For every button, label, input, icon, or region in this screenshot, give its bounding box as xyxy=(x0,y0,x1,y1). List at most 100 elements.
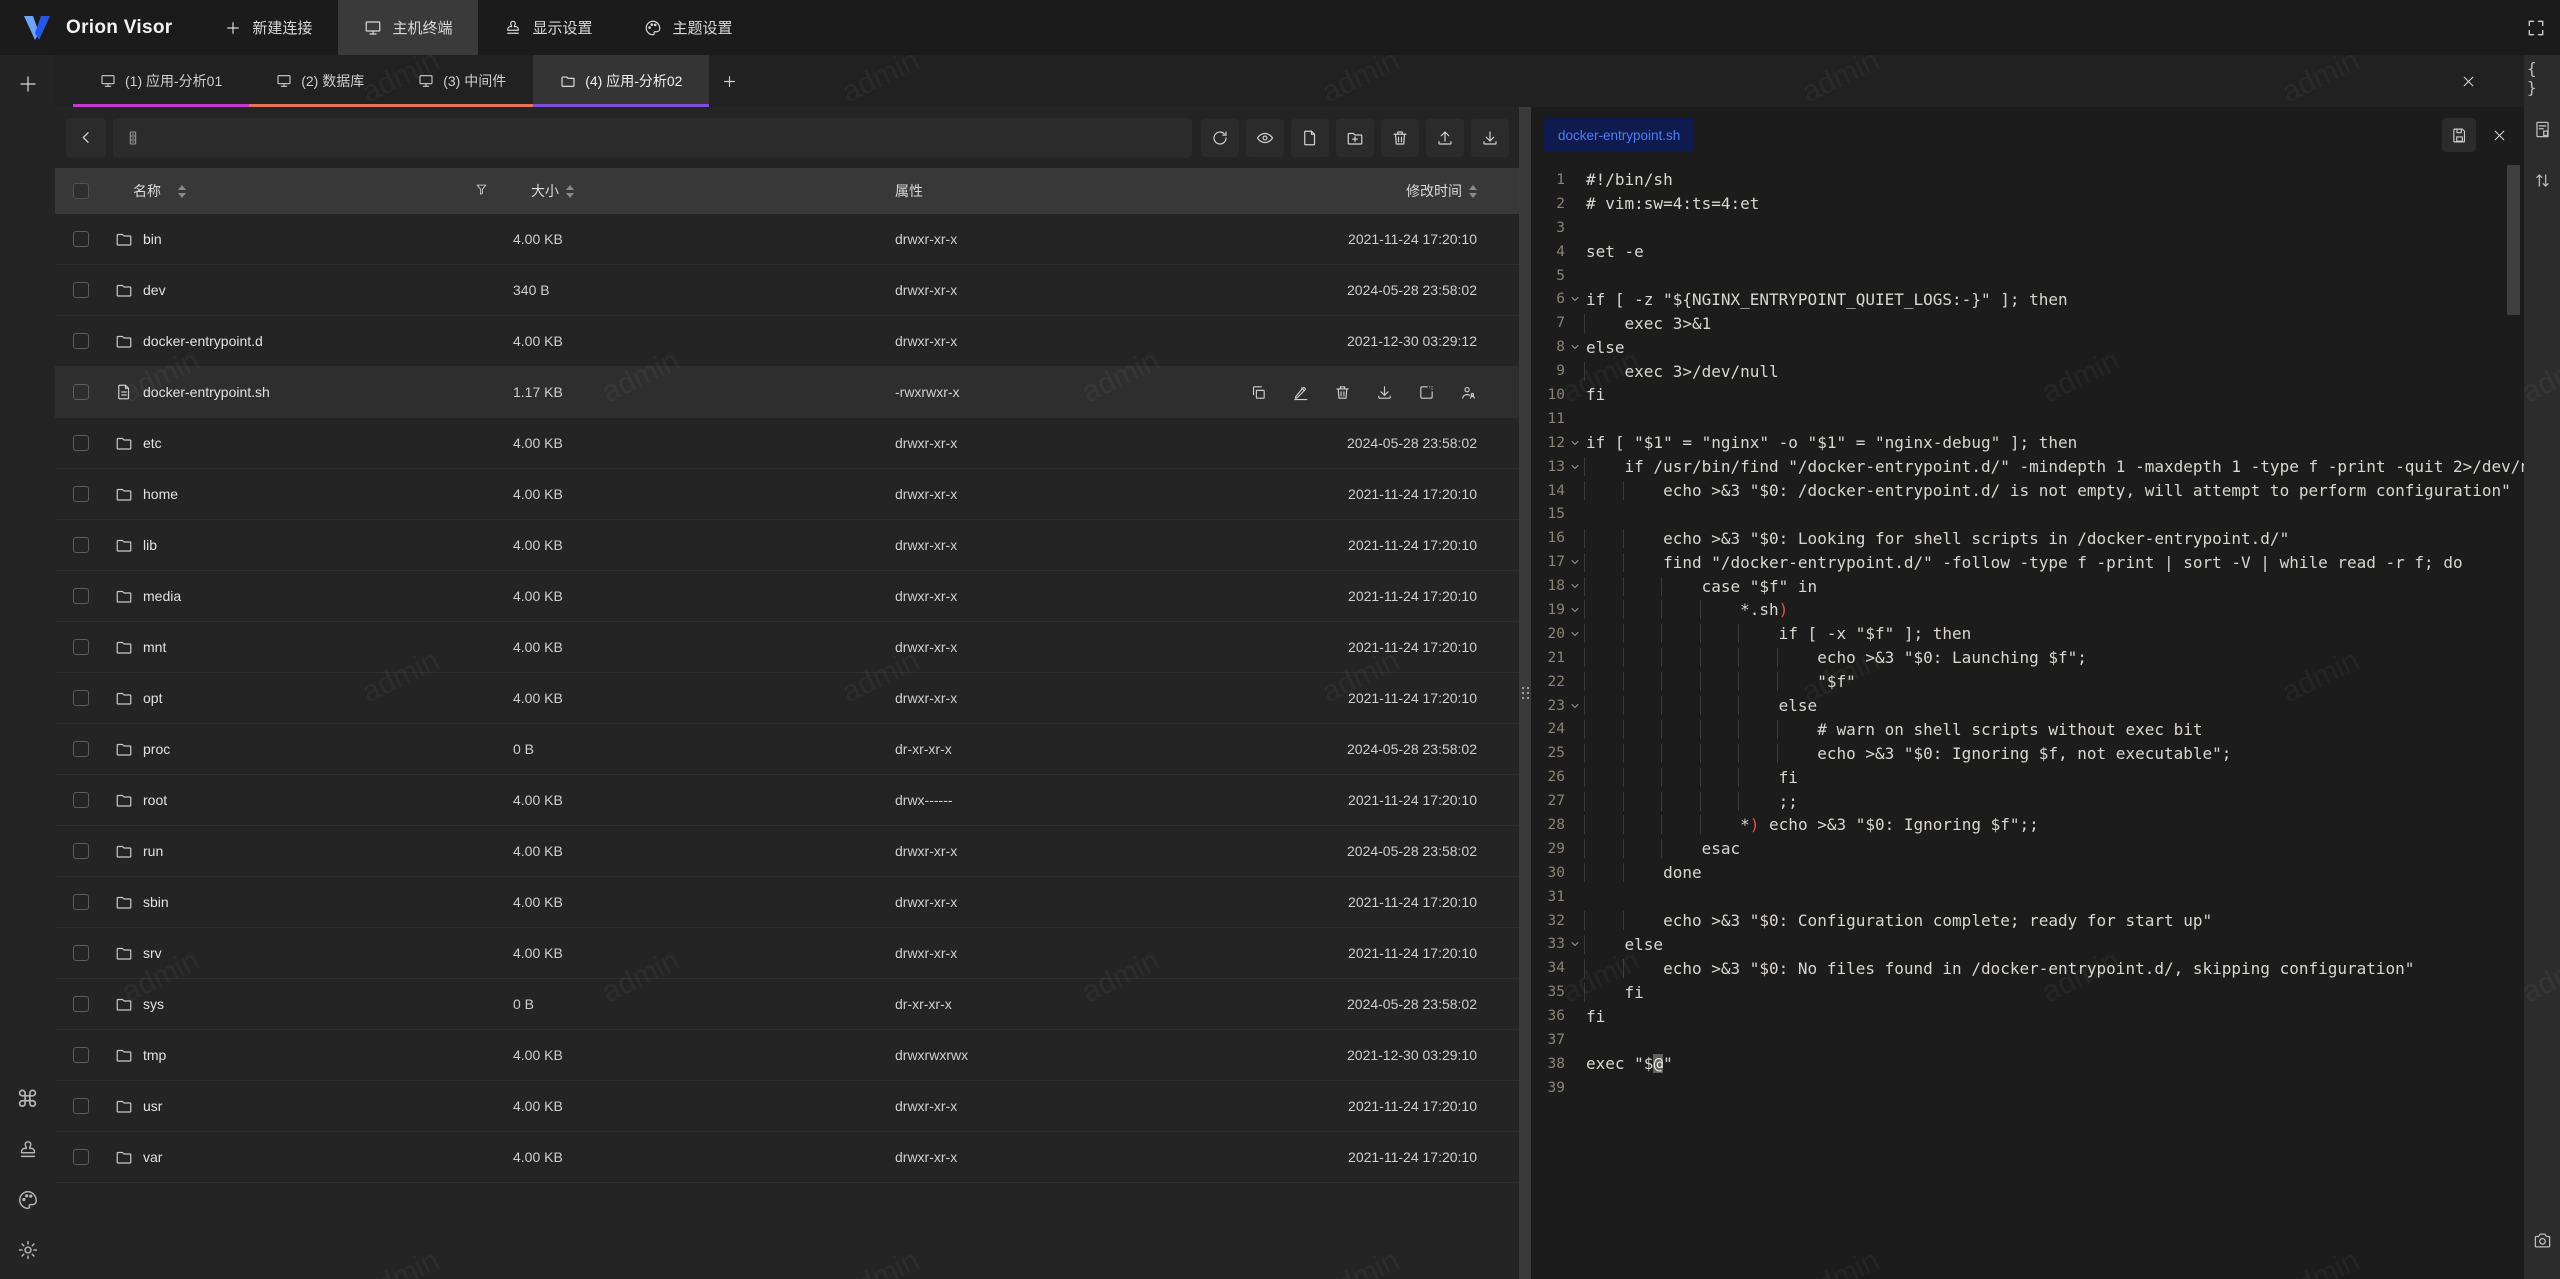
file-name[interactable]: bin xyxy=(143,231,162,247)
table-row[interactable]: srv4.00 KBdrwxr-xr-x2021-11-24 17:20:10 xyxy=(55,928,1519,979)
row-checkbox[interactable] xyxy=(73,690,89,706)
row-checkbox[interactable] xyxy=(73,894,89,910)
row-checkbox[interactable] xyxy=(73,843,89,859)
refresh-button[interactable] xyxy=(1201,119,1239,157)
fold-toggle[interactable] xyxy=(1565,341,1584,353)
file-name[interactable]: home xyxy=(143,486,178,502)
file-name[interactable]: etc xyxy=(143,435,162,451)
file-name[interactable]: docker-entrypoint.sh xyxy=(143,384,270,400)
filter-button[interactable] xyxy=(474,182,489,200)
table-row[interactable]: root4.00 KBdrwx------2021-11-24 17:20:10 xyxy=(55,775,1519,826)
file-name[interactable]: sys xyxy=(143,996,164,1012)
file-name[interactable]: media xyxy=(143,588,181,604)
upload-button[interactable] xyxy=(1426,119,1464,157)
new-file-button[interactable] xyxy=(1291,119,1329,157)
row-checkbox[interactable] xyxy=(73,996,89,1012)
fold-toggle[interactable] xyxy=(1565,437,1584,449)
table-row[interactable]: mnt4.00 KBdrwxr-xr-x2021-11-24 17:20:10 xyxy=(55,622,1519,673)
table-row[interactable]: home4.00 KBdrwxr-xr-x2021-11-24 17:20:10 xyxy=(55,469,1519,520)
table-row[interactable]: dev340 Bdrwxr-xr-x2024-05-28 23:58:02 xyxy=(55,265,1519,316)
table-row[interactable]: usr4.00 KBdrwxr-xr-x2021-11-24 17:20:10 xyxy=(55,1081,1519,1132)
file-name[interactable]: mnt xyxy=(143,639,166,655)
table-row[interactable]: opt4.00 KBdrwxr-xr-x2021-11-24 17:20:10 xyxy=(55,673,1519,724)
row-checkbox[interactable] xyxy=(73,537,89,553)
fold-toggle[interactable] xyxy=(1565,628,1584,640)
sort-vertical-button[interactable] xyxy=(2527,165,2557,195)
editor-file-tab[interactable]: docker-entrypoint.sh xyxy=(1544,118,1694,152)
file-name[interactable]: lib xyxy=(143,537,157,553)
row-checkbox[interactable] xyxy=(73,792,89,808)
panel-splitter[interactable] xyxy=(1519,107,1531,1279)
row-checkbox[interactable] xyxy=(73,1098,89,1114)
fold-toggle[interactable] xyxy=(1565,700,1584,712)
table-row[interactable]: sbin4.00 KBdrwxr-xr-x2021-11-24 17:20:10 xyxy=(55,877,1519,928)
nav-item-display-settings[interactable]: 显示设置 xyxy=(478,0,618,55)
file-name[interactable]: var xyxy=(143,1149,162,1165)
column-mtime[interactable]: 修改时间 xyxy=(1406,181,1462,201)
new-folder-button[interactable] xyxy=(1336,119,1374,157)
code-editor[interactable]: 1#!/bin/sh2# vim:sw=4:ts=4:et34set -e56i… xyxy=(1531,163,2524,1279)
sort-carets[interactable] xyxy=(566,185,574,198)
file-bookmark-button[interactable] xyxy=(2527,114,2557,144)
gear-button[interactable] xyxy=(15,1237,41,1263)
row-checkbox[interactable] xyxy=(73,486,89,502)
table-row[interactable]: var4.00 KBdrwxr-xr-x2021-11-24 17:20:10 xyxy=(55,1132,1519,1183)
file-name[interactable]: tmp xyxy=(143,1047,166,1063)
table-row[interactable]: docker-entrypoint.sh1.17 KB-rwxrwxr-x xyxy=(55,367,1519,418)
nav-item-host-terminal[interactable]: 主机终端 xyxy=(338,0,478,55)
new-connection-button[interactable] xyxy=(13,69,43,99)
file-name[interactable]: docker-entrypoint.d xyxy=(143,333,263,349)
fold-toggle[interactable] xyxy=(1565,461,1584,473)
new-tab-button[interactable] xyxy=(709,55,749,107)
row-checkbox[interactable] xyxy=(73,945,89,961)
delete-action-button[interactable] xyxy=(1334,384,1351,401)
table-row[interactable]: etc4.00 KBdrwxr-xr-x2024-05-28 23:58:02 xyxy=(55,418,1519,469)
edit-action-button[interactable] xyxy=(1292,384,1309,401)
file-name[interactable]: sbin xyxy=(143,894,169,910)
download-button[interactable] xyxy=(1471,119,1509,157)
row-checkbox[interactable] xyxy=(73,639,89,655)
select-all-checkbox[interactable] xyxy=(73,183,89,199)
fold-toggle[interactable] xyxy=(1565,580,1584,592)
row-checkbox[interactable] xyxy=(73,384,89,400)
file-name[interactable]: run xyxy=(143,843,163,859)
camera-button[interactable] xyxy=(2527,1225,2557,1255)
file-name[interactable]: dev xyxy=(143,282,166,298)
palette-button[interactable] xyxy=(15,1187,41,1213)
row-checkbox[interactable] xyxy=(73,282,89,298)
sort-carets[interactable] xyxy=(1469,185,1477,198)
table-row[interactable]: lib4.00 KBdrwxr-xr-x2021-11-24 17:20:10 xyxy=(55,520,1519,571)
fold-toggle[interactable] xyxy=(1565,293,1584,305)
row-checkbox[interactable] xyxy=(73,741,89,757)
back-button[interactable] xyxy=(66,118,106,158)
row-checkbox[interactable] xyxy=(73,1047,89,1063)
toggle-hidden-button[interactable] xyxy=(1246,119,1284,157)
close-all-tabs-button[interactable] xyxy=(2454,67,2482,95)
file-name[interactable]: usr xyxy=(143,1098,162,1114)
row-checkbox[interactable] xyxy=(73,435,89,451)
stamp-button[interactable] xyxy=(15,1137,41,1163)
editor-scrollbar-thumb[interactable] xyxy=(2507,165,2520,315)
sort-carets[interactable] xyxy=(178,185,186,198)
file-name[interactable]: proc xyxy=(143,741,170,757)
touch-action-button[interactable] xyxy=(1418,384,1435,401)
table-row[interactable]: run4.00 KBdrwxr-xr-x2024-05-28 23:58:02 xyxy=(55,826,1519,877)
table-row[interactable]: media4.00 KBdrwxr-xr-x2021-11-24 17:20:1… xyxy=(55,571,1519,622)
fold-toggle[interactable] xyxy=(1565,938,1584,950)
table-row[interactable]: docker-entrypoint.d4.00 KBdrwxr-xr-x2021… xyxy=(55,316,1519,367)
terminal-tab-4[interactable]: (4) 应用-分析02 xyxy=(533,55,709,107)
row-checkbox[interactable] xyxy=(73,333,89,349)
table-row[interactable]: bin4.00 KBdrwxr-xr-x2021-11-24 17:20:10 xyxy=(55,214,1519,265)
braces-button[interactable]: { } xyxy=(2527,63,2557,93)
save-button[interactable] xyxy=(2442,118,2476,152)
row-checkbox[interactable] xyxy=(73,588,89,604)
file-name[interactable]: opt xyxy=(143,690,162,706)
fold-toggle[interactable] xyxy=(1565,604,1584,616)
fold-toggle[interactable] xyxy=(1565,556,1584,568)
terminal-tab-2[interactable]: (2) 数据库 xyxy=(249,55,391,107)
file-name[interactable]: srv xyxy=(143,945,162,961)
delete-button[interactable] xyxy=(1381,119,1419,157)
fullscreen-button[interactable] xyxy=(2521,13,2551,43)
table-row[interactable]: tmp4.00 KBdrwxrwxrwx2021-12-30 03:29:10 xyxy=(55,1030,1519,1081)
path-input[interactable] xyxy=(151,129,1180,147)
